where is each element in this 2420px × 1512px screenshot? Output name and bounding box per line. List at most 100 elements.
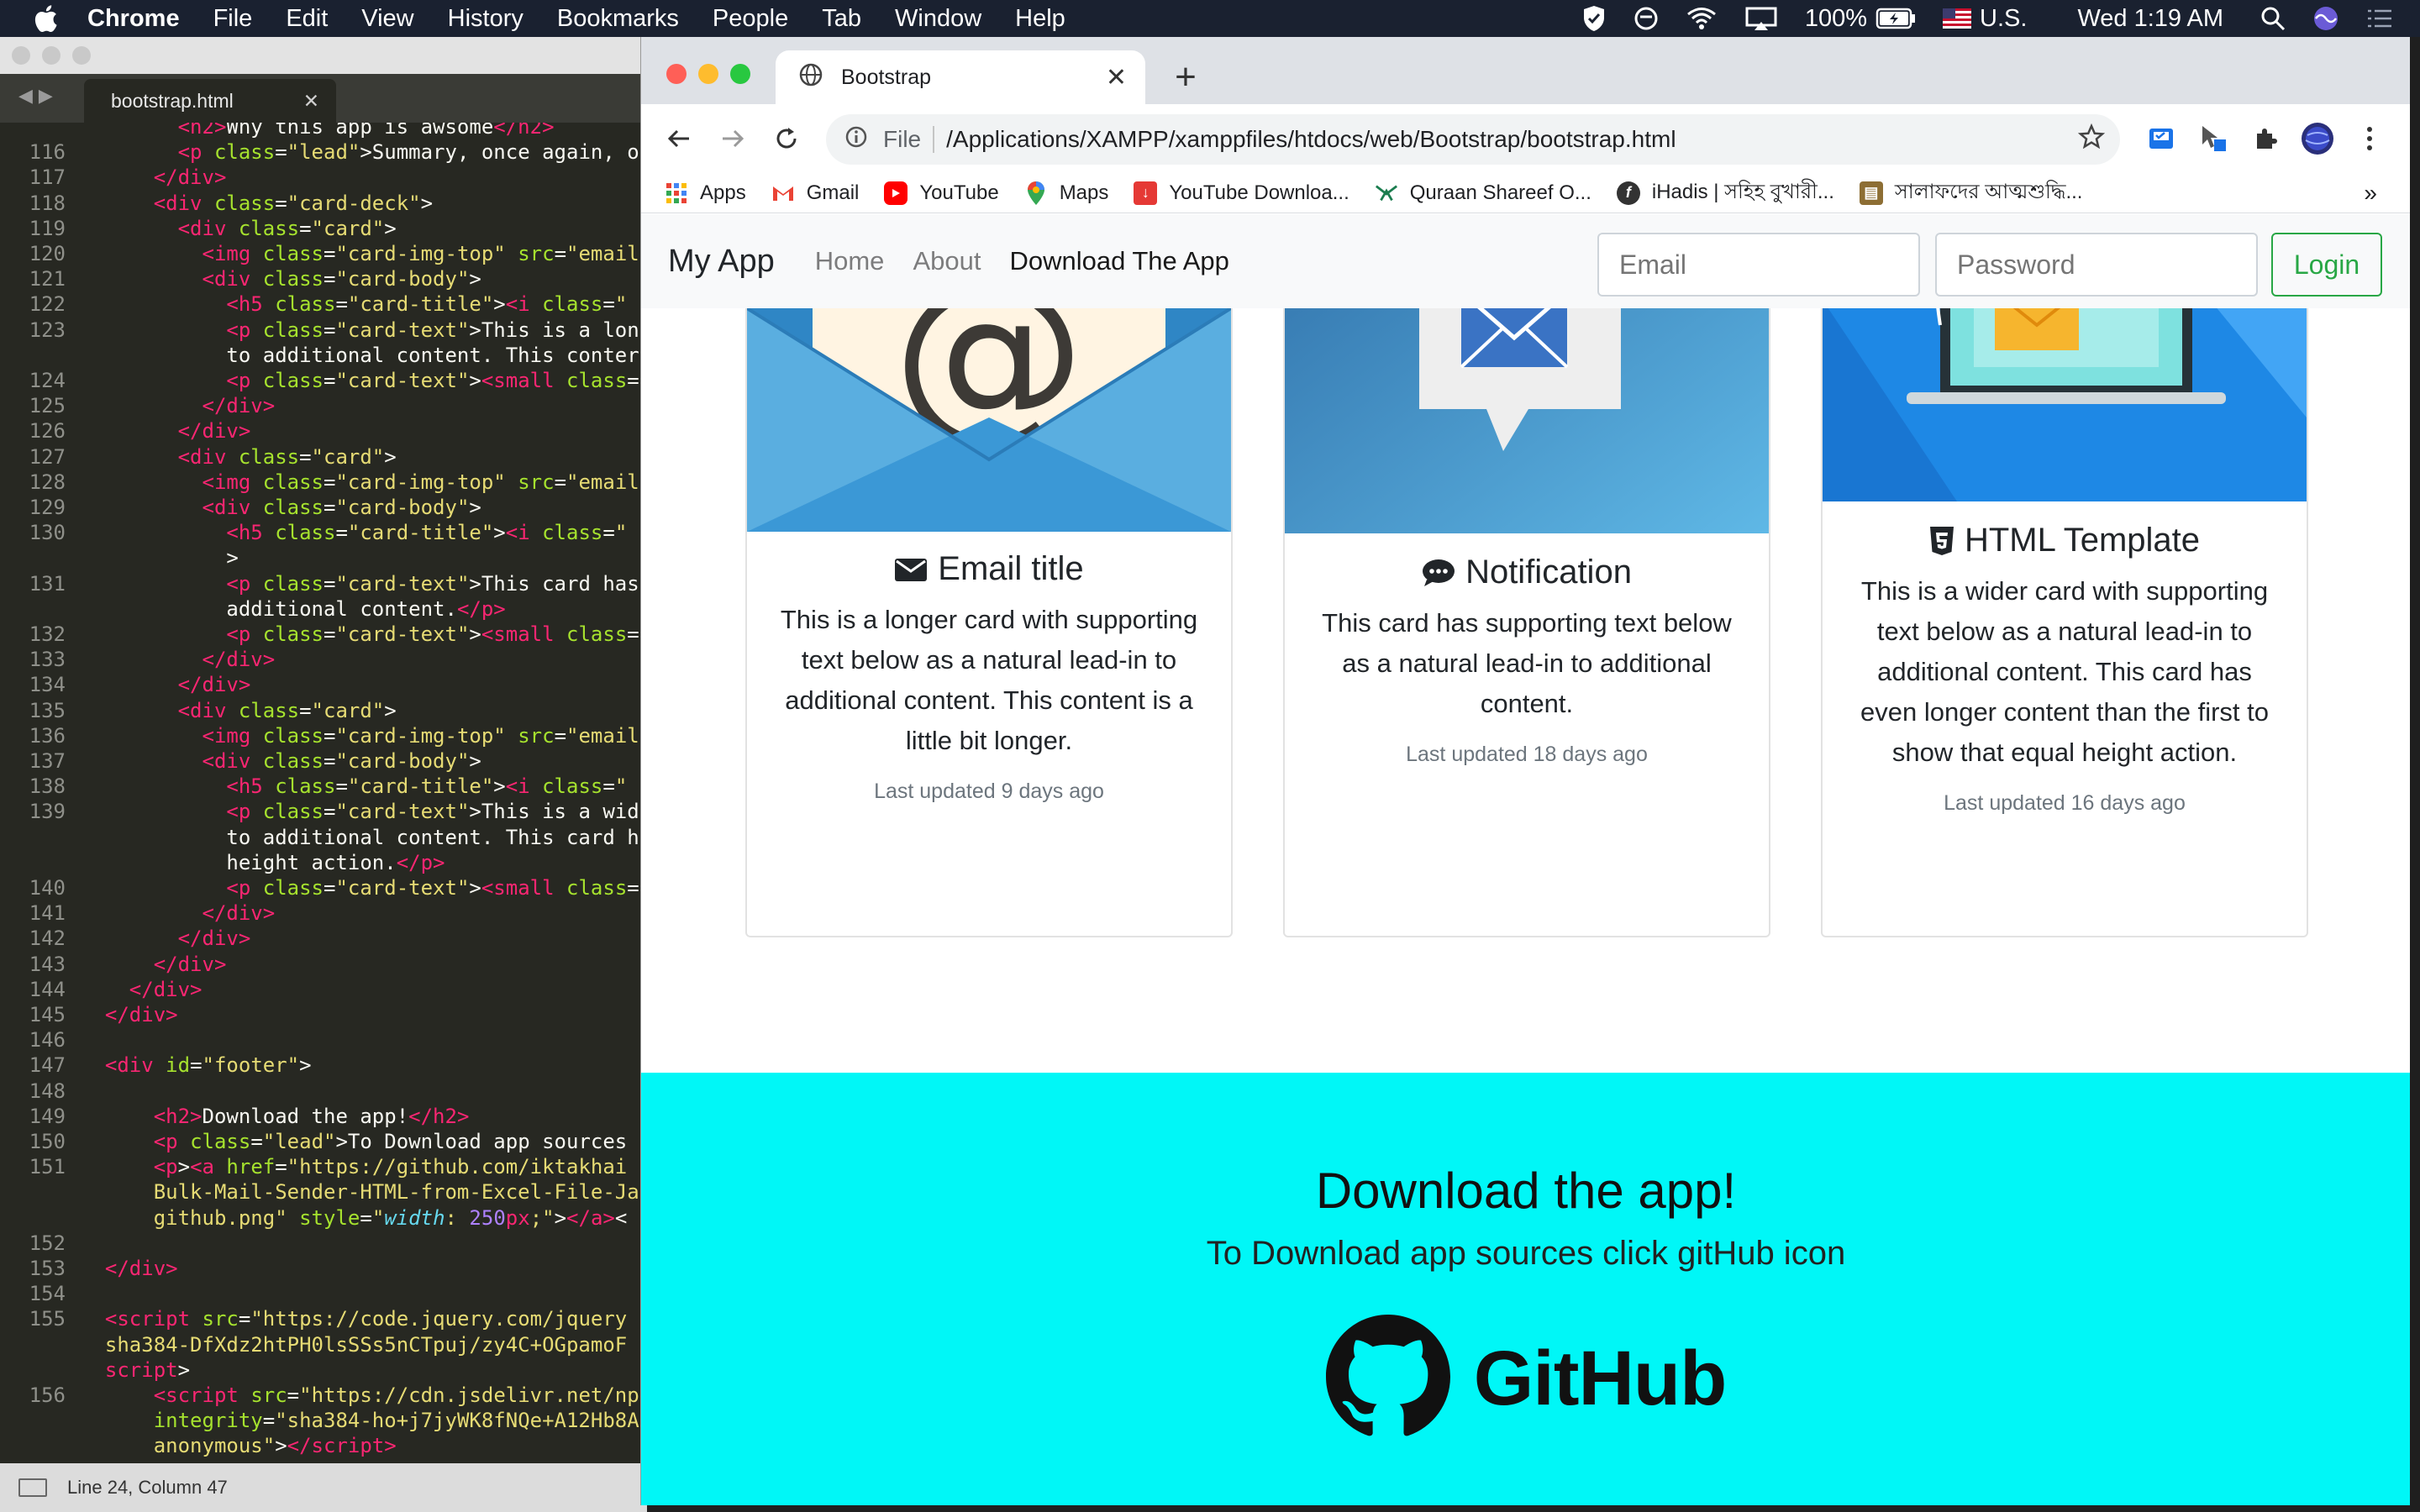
code-line[interactable]: 137 <div class="card-body"> [0,748,647,774]
code-line[interactable]: 152 [0,1231,647,1256]
code-line[interactable]: 119 <div class="card"> [0,216,647,241]
menu-window[interactable]: Window [895,5,981,33]
battery-icon[interactable] [1876,8,1916,29]
page-viewport[interactable]: My App Home About Download The App Login… [641,214,2410,1505]
do-not-disturb-icon[interactable] [1634,6,1659,31]
editor-tab[interactable]: bootstrap.html ✕ [84,79,336,123]
menu-people[interactable]: People [713,5,788,33]
info-icon[interactable] [844,125,868,155]
extensions-puzzle-icon[interactable] [2246,119,2285,158]
editor-tab-close-icon[interactable]: ✕ [303,79,319,123]
code-line[interactable]: Bulk-Mail-Sender-HTML-from-Excel-File-Ja [0,1179,647,1205]
editor-close-dot[interactable] [12,46,30,65]
address-bar[interactable]: File /Applications/XAMPP/xamppfiles/htdo… [826,114,2120,165]
code-line[interactable]: to additional content. This conter [0,343,647,368]
notification-center-icon[interactable] [2366,8,2393,29]
password-input[interactable] [1935,233,2258,297]
menu-file[interactable]: File [213,5,253,33]
code-line[interactable]: 122 <h5 class="card-title"><i class=" [0,291,647,317]
bookmark-maps[interactable]: Maps [1024,181,1108,205]
panel-toggle-icon[interactable] [18,1478,47,1497]
siri-icon[interactable] [2312,5,2339,32]
shield-icon[interactable] [1581,4,1607,33]
code-line[interactable]: 133 </div> [0,647,647,672]
code-line[interactable]: 139 <p class="card-text">This is a wid [0,799,647,824]
menu-help[interactable]: Help [1015,5,1065,33]
bookmark-ihadis[interactable]: f iHadis | সহিহ বুখারী... [1616,176,1834,210]
code-line[interactable]: integrity="sha384-ho+j7jyWK8fNQe+A12Hb8A [0,1408,647,1433]
code-line[interactable]: 141 </div> [0,900,647,926]
bookmark-youtube[interactable]: YouTube [884,181,999,205]
menu-edit[interactable]: Edit [286,5,328,33]
spotlight-search-icon[interactable] [2260,6,2286,31]
extension-cursor-icon[interactable] [2194,119,2233,158]
code-line[interactable]: 126 </div> [0,418,647,444]
code-line[interactable]: 145 </div> [0,1002,647,1027]
code-line[interactable]: 155 <script src="https://code.jquery.com… [0,1306,647,1331]
code-line[interactable]: 136 <img class="card-img-top" src="email [0,723,647,748]
code-line[interactable]: 121 <div class="card-body"> [0,266,647,291]
code-line[interactable]: 144 </div> [0,977,647,1002]
code-line[interactable]: 128 <img class="card-img-top" src="email [0,470,647,495]
code-line[interactable]: 118 <div class="card-deck"> [0,191,647,216]
login-button[interactable]: Login [2271,233,2382,297]
code-line[interactable]: 143 </div> [0,952,647,977]
github-link[interactable]: GitHub [641,1315,2410,1443]
bookmark-salafder[interactable]: ▤ সালাফদের আত্মশুদ্ধি... [1859,176,2082,210]
window-minimize-button[interactable] [698,64,718,84]
menu-app-name[interactable]: Chrome [87,5,180,33]
bookmark-apps[interactable]: Apps [665,181,746,205]
bookmarks-overflow-icon[interactable]: » [2364,180,2377,207]
wifi-icon[interactable] [1686,6,1718,31]
apple-icon[interactable] [29,2,62,35]
chrome-menu-kebab-icon[interactable] [2350,119,2389,158]
menu-view[interactable]: View [361,5,413,33]
reload-icon[interactable] [767,119,806,158]
new-tab-plus-icon[interactable]: + [1160,52,1211,102]
editor-tab-nav-arrows[interactable]: ◀ ▶ [18,86,53,107]
editor-minimize-dot[interactable] [42,46,60,65]
clock[interactable]: Wed 1:19 AM [2077,5,2223,33]
code-line[interactable]: 149 <h2>Download the app!</h2> [0,1104,647,1129]
us-flag-icon[interactable] [1943,8,1972,29]
code-line[interactable]: 156 <script src="https://cdn.jsdelivr.ne… [0,1383,647,1408]
code-line[interactable]: 124 <p class="card-text"><small class= [0,368,647,393]
code-line[interactable]: height action.</p> [0,850,647,875]
code-area[interactable]: <h2>Why this app is awsome</h2> 116 <p cl… [0,123,647,1467]
code-line[interactable]: to additional content. This card h [0,825,647,850]
code-line[interactable]: 125 </div> [0,393,647,418]
editor-zoom-dot[interactable] [72,46,91,65]
navbar-brand[interactable]: My App [668,244,775,280]
code-line[interactable]: 116 <p class="lead">Summary, once again,… [0,139,647,165]
nav-link-about[interactable]: About [913,246,981,276]
profile-avatar-icon[interactable] [2298,119,2337,158]
code-line[interactable]: 142 </div> [0,926,647,951]
email-input[interactable] [1597,233,1920,297]
url-text[interactable]: /Applications/XAMPP/xamppfiles/htdocs/we… [946,126,1676,153]
code-line[interactable]: script> [0,1357,647,1383]
code-line[interactable]: 135 <div class="card"> [0,698,647,723]
code-line[interactable]: 138 <h5 class="card-title"><i class=" [0,774,647,799]
code-line[interactable]: 147 <div id="footer"> [0,1053,647,1078]
menu-history[interactable]: History [448,5,523,33]
code-line[interactable]: 140 <p class="card-text"><small class= [0,875,647,900]
input-source-label[interactable]: U.S. [1980,5,2027,33]
menu-bookmarks[interactable]: Bookmarks [557,5,679,33]
code-line[interactable]: github.png" style="width: 250px;"></a>< [0,1205,647,1231]
bookmark-youtube-downloader[interactable]: ↓ YouTube Downloa... [1134,181,1349,205]
code-line[interactable]: 131 <p class="card-text">This card has [0,571,647,596]
window-close-button[interactable] [666,64,687,84]
bookmark-star-icon[interactable] [2077,123,2106,156]
code-line[interactable]: 154 [0,1281,647,1306]
nav-link-download[interactable]: Download The App [1009,246,1228,276]
code-line[interactable]: 151 <p><a href="https://github.com/iktak… [0,1154,647,1179]
bookmark-quraan[interactable]: Quraan Shareef O... [1375,181,1591,205]
code-line[interactable]: 130 <h5 class="card-title"><i class=" [0,520,647,545]
browser-tab[interactable]: Bootstrap ✕ [776,50,1145,104]
menu-tab[interactable]: Tab [822,5,861,33]
code-line[interactable]: anonymous"></script> [0,1433,647,1458]
code-line[interactable]: 117 </div> [0,165,647,190]
code-line[interactable]: 146 [0,1027,647,1053]
code-line[interactable]: 134 </div> [0,672,647,697]
code-line[interactable]: 129 <div class="card-body"> [0,495,647,520]
